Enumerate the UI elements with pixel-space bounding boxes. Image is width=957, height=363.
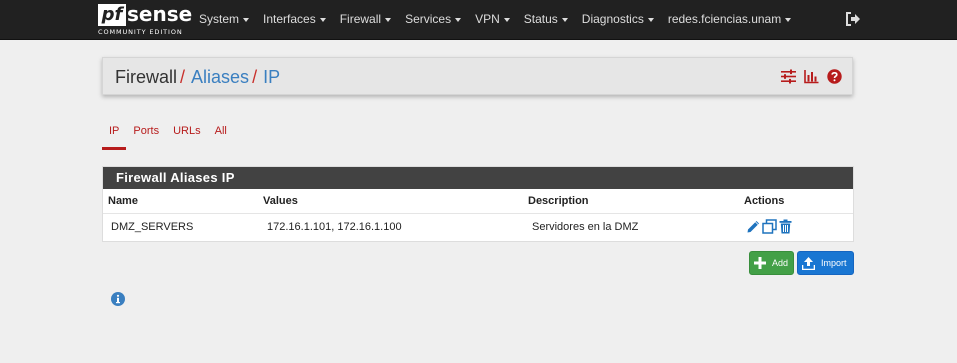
tab-ip[interactable]: IP <box>102 122 127 150</box>
caret-down-icon <box>647 17 654 22</box>
import-button-label: Import <box>821 258 847 268</box>
plus-icon <box>754 257 766 269</box>
breadcrumb-icons <box>781 69 842 84</box>
aliases-panel: Firewall Aliases IP Name Values Descript… <box>102 166 854 242</box>
menu-status[interactable]: Status <box>524 0 568 40</box>
caret-down-icon <box>243 17 250 22</box>
breadcrumb-panel: Firewall / Aliases / IP <box>102 57 853 95</box>
menu-hostname[interactable]: redes.fciencias.unam <box>667 0 792 40</box>
alias-tabs: IP Ports URLs All <box>102 122 234 150</box>
logo-pf: pf <box>98 4 126 26</box>
logo-edition: COMMUNITY EDITION <box>98 28 183 36</box>
sign-out-icon[interactable] <box>845 12 861 26</box>
edit-icon[interactable] <box>746 219 761 234</box>
menu-vpn-label: VPN <box>475 12 500 26</box>
menu-interfaces-label: Interfaces <box>263 12 316 26</box>
column-name[interactable]: Name <box>108 189 138 214</box>
menu-hostname-label: redes.fciencias.unam <box>667 12 782 26</box>
caret-down-icon <box>385 17 392 22</box>
column-description[interactable]: Description <box>528 189 589 214</box>
copy-icon[interactable] <box>762 219 777 234</box>
import-button[interactable]: Import <box>797 251 854 275</box>
sliders-icon[interactable] <box>781 69 796 84</box>
help-icon[interactable] <box>827 69 842 84</box>
row-name: DMZ_SERVERS <box>111 221 194 233</box>
logo-sense: sense <box>127 2 193 26</box>
column-values[interactable]: Values <box>263 189 298 214</box>
caret-down-icon <box>503 17 510 22</box>
add-button[interactable]: Add <box>749 251 794 275</box>
caret-down-icon <box>455 17 462 22</box>
info-icon[interactable] <box>111 292 125 306</box>
breadcrumb-current[interactable]: IP <box>263 67 280 87</box>
caret-down-icon <box>561 17 568 22</box>
breadcrumb-root: Firewall <box>115 67 178 87</box>
table-header: Name Values Description Actions <box>103 189 853 214</box>
menu-system-label: System <box>199 12 240 26</box>
bar-chart-icon[interactable] <box>804 69 819 84</box>
breadcrumb-separator: / <box>252 67 258 87</box>
breadcrumb-aliases-link[interactable]: Aliases <box>191 67 249 87</box>
menu-interfaces[interactable]: Interfaces <box>263 0 326 40</box>
menu-diagnostics-label: Diagnostics <box>581 12 644 26</box>
delete-icon[interactable] <box>778 219 793 234</box>
column-actions: Actions <box>744 195 785 207</box>
tab-all[interactable]: All <box>208 122 234 150</box>
menu-firewall-label: Firewall <box>339 12 382 26</box>
top-navbar: pf sense COMMUNITY EDITION System Interf… <box>0 0 957 40</box>
panel-title: Firewall Aliases IP <box>103 167 853 189</box>
caret-down-icon <box>785 17 792 22</box>
upload-icon <box>802 256 815 270</box>
menu-diagnostics[interactable]: Diagnostics <box>582 0 654 40</box>
add-button-label: Add <box>772 258 789 268</box>
table-row[interactable]: DMZ_SERVERS 172.16.1.101, 172.16.1.100 S… <box>103 214 853 241</box>
tab-urls[interactable]: URLs <box>166 122 208 150</box>
caret-down-icon <box>319 17 326 22</box>
row-description: Servidores en la DMZ <box>532 221 639 233</box>
menu-services-label: Services <box>405 12 452 26</box>
menu-firewall[interactable]: Firewall <box>339 0 392 40</box>
breadcrumb-separator: / <box>180 67 186 87</box>
menu-services[interactable]: Services <box>405 0 462 40</box>
menu-system[interactable]: System <box>199 0 250 40</box>
tab-ports[interactable]: Ports <box>126 122 166 150</box>
row-values: 172.16.1.101, 172.16.1.100 <box>267 221 402 233</box>
menu-vpn[interactable]: VPN <box>475 0 510 40</box>
main-menu: System Interfaces Firewall Services VPN … <box>199 0 805 40</box>
breadcrumb: Firewall / Aliases / IP <box>115 67 280 87</box>
row-actions <box>746 219 793 234</box>
pfsense-logo[interactable]: pf sense COMMUNITY EDITION <box>98 3 192 38</box>
menu-status-label: Status <box>523 12 558 26</box>
